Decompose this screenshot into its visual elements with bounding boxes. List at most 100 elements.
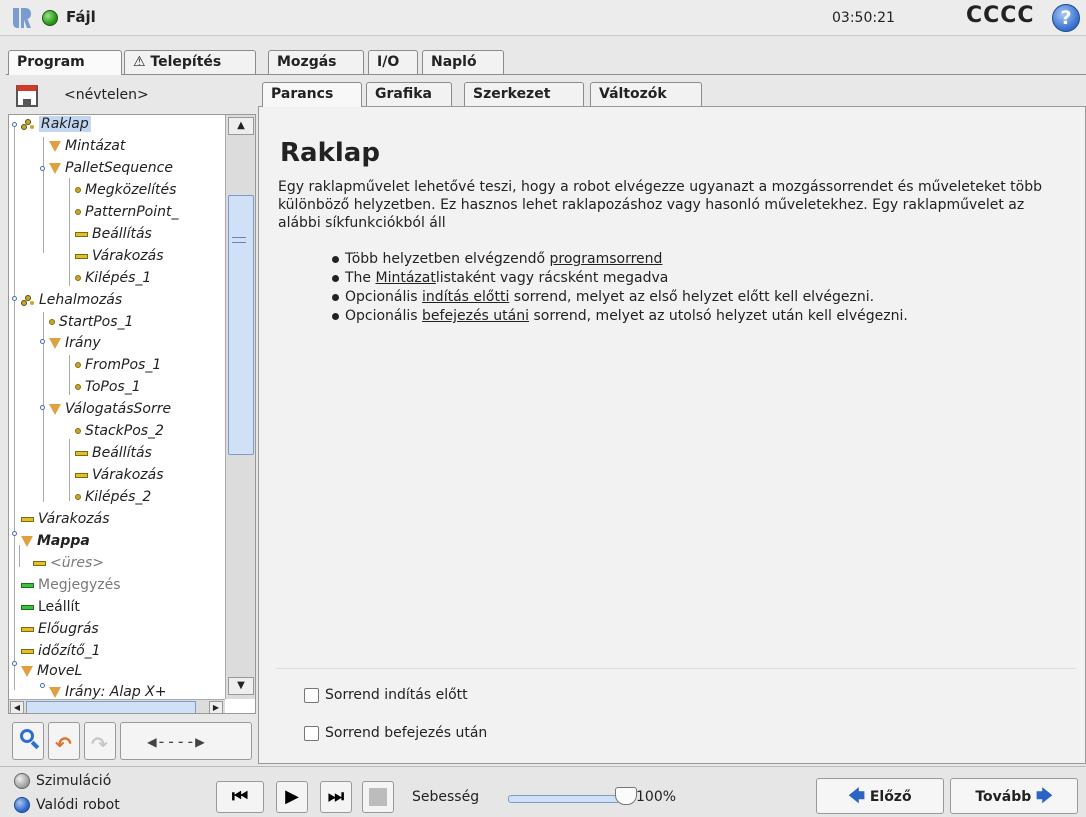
play-button[interactable]: ▶: [276, 781, 308, 813]
tree-node-wait[interactable]: Várakozás: [75, 248, 164, 269]
program-name: <névtelen>: [64, 87, 149, 103]
list-item: Több helyzetben elvégzendő programsorren…: [332, 251, 1072, 270]
speed-slider-handle[interactable]: [615, 787, 637, 805]
tab-structure[interactable]: Szerkezet: [464, 82, 584, 106]
tab-graphics[interactable]: Grafika: [366, 82, 452, 106]
collapse-toggle[interactable]: [12, 296, 17, 301]
bullet-icon: [332, 312, 339, 320]
tree-node-pallet[interactable]: Raklap: [21, 116, 91, 137]
tree-node-folder[interactable]: Mappa: [21, 533, 90, 554]
empty-icon: [33, 560, 46, 566]
tab-log[interactable]: Napló: [422, 50, 504, 74]
before-start-checkbox[interactable]: [304, 687, 319, 703]
collapse-toggle[interactable]: [12, 531, 17, 536]
tree-node-wait-2[interactable]: Várakozás: [75, 467, 164, 488]
next-button[interactable]: Tovább 🡆: [950, 778, 1078, 814]
tree-node-stackpos[interactable]: StackPos_2: [75, 423, 164, 444]
tab-program[interactable]: Program: [8, 50, 122, 75]
after-end-option[interactable]: Sorrend befejezés után: [304, 725, 487, 745]
scroll-thumb[interactable]: [228, 195, 254, 455]
tree-node-comment[interactable]: Megjegyzés: [21, 577, 121, 598]
link-after-end[interactable]: befejezés utáni: [422, 308, 529, 324]
waypoint-icon: [75, 494, 81, 500]
real-robot-radio[interactable]: [14, 797, 30, 813]
tree-node-exit-2[interactable]: Kilépés_2: [75, 489, 151, 510]
tab-command[interactable]: Parancs: [262, 82, 362, 107]
triangle-icon: [21, 535, 33, 547]
speed-slider[interactable]: [508, 795, 620, 803]
simulation-option[interactable]: Szimuláció: [14, 773, 111, 793]
tree-node-movel[interactable]: MoveL: [21, 663, 82, 684]
move-node-button[interactable]: ◀----▶: [120, 722, 252, 760]
triangle-icon: [49, 686, 61, 698]
previous-button[interactable]: 🡄 Előző: [816, 778, 944, 814]
tab-move[interactable]: Mozgás: [268, 50, 364, 74]
tree-node-direction[interactable]: Irány: [49, 335, 101, 356]
tree-node-set-2[interactable]: Beállítás: [75, 445, 152, 466]
tree-node-pallet-sequence[interactable]: PalletSequence: [49, 160, 173, 181]
tree-line: [43, 137, 44, 253]
tab-installation[interactable]: ⚠ Telepítés: [124, 50, 256, 74]
skip-back-icon: ⏮: [231, 786, 249, 807]
wait-icon: [21, 516, 34, 522]
tree-node-startpos[interactable]: StartPos_1: [49, 314, 133, 335]
step-button[interactable]: ⏭: [320, 781, 352, 813]
skip-to-start-button[interactable]: ⏮: [216, 781, 264, 813]
redo-icon: ↷: [91, 732, 108, 756]
real-robot-option[interactable]: Valódi robot: [14, 797, 120, 817]
set-icon: [75, 450, 88, 456]
simulation-radio[interactable]: [14, 773, 30, 789]
tab-io[interactable]: I/O: [368, 50, 418, 74]
tree-node-set[interactable]: Beállítás: [75, 226, 152, 247]
tree-node-wait-3[interactable]: Várakozás: [21, 511, 110, 532]
before-start-option[interactable]: Sorrend indítás előtt: [304, 687, 468, 707]
tree-node-halt[interactable]: Leállít: [21, 599, 80, 620]
triangle-icon: [49, 162, 61, 174]
list-item-text: Több helyzetben elvégzendő: [345, 251, 550, 267]
scroll-left-icon[interactable]: ◀: [10, 701, 24, 713]
popup-icon: [21, 626, 34, 632]
robot-name: CCCC: [966, 3, 1035, 28]
search-button[interactable]: [12, 722, 44, 760]
simulation-label: Szimuláció: [36, 773, 112, 789]
redo-button[interactable]: ↷: [84, 722, 116, 760]
waypoint-icon: [49, 319, 55, 325]
tree-node-pattern-point[interactable]: PatternPoint_: [75, 204, 179, 225]
scroll-right-icon[interactable]: ▶: [209, 701, 223, 713]
tree-node-direction-base[interactable]: Irány: Alap X+: [49, 684, 167, 699]
tab-variables[interactable]: Változók: [590, 82, 702, 106]
scroll-up-icon[interactable]: ▲: [228, 117, 254, 135]
page-title: Raklap: [280, 138, 380, 168]
after-end-label: Sorrend befejezés után: [325, 725, 488, 741]
after-end-checkbox[interactable]: [304, 725, 319, 741]
collapse-toggle[interactable]: [40, 339, 45, 344]
tree-node-exit[interactable]: Kilépés_1: [75, 270, 151, 291]
tree-node-sort-sequence[interactable]: VálogatásSorre: [49, 401, 171, 422]
collapse-toggle[interactable]: [12, 661, 17, 666]
collapse-toggle[interactable]: [40, 166, 45, 171]
tree-node-frompos[interactable]: FromPos_1: [75, 357, 161, 378]
scroll-down-icon[interactable]: ▼: [228, 677, 254, 695]
tree-node-empty[interactable]: <üres>: [33, 555, 104, 576]
stop-button[interactable]: [362, 781, 394, 813]
tree-node-destack[interactable]: Lehalmozás: [21, 292, 122, 313]
tree-node-topos[interactable]: ToPos_1: [75, 379, 141, 400]
tree-node-popup[interactable]: Előugrás: [21, 621, 99, 642]
bottom-bar: Szimuláció Valódi robot ⏮ ▶ ⏭ Sebesség 1…: [0, 766, 1086, 817]
list-item-text: Opcionális: [345, 289, 423, 305]
link-before-start[interactable]: indítás előtti: [422, 289, 509, 305]
tree-horizontal-scrollbar[interactable]: ◀ ▶: [9, 699, 225, 713]
link-pattern[interactable]: Mintázat: [376, 270, 436, 286]
undo-button[interactable]: ↶: [48, 722, 80, 760]
tree-node-pattern[interactable]: Mintázat: [49, 138, 125, 159]
file-menu[interactable]: Fájl: [66, 8, 96, 26]
scroll-thumb[interactable]: [26, 701, 196, 713]
tree-node-timer[interactable]: időzítő_1: [21, 643, 101, 664]
link-program-sequence[interactable]: programsorrend: [549, 251, 662, 267]
save-icon[interactable]: [16, 85, 38, 107]
help-icon[interactable]: ?: [1052, 4, 1080, 32]
tree-node-approach[interactable]: Megközelítés: [75, 182, 176, 203]
collapse-toggle[interactable]: [40, 405, 45, 410]
collapse-toggle[interactable]: [12, 122, 17, 127]
tree-vertical-scrollbar[interactable]: ▲ ▼: [225, 115, 255, 699]
